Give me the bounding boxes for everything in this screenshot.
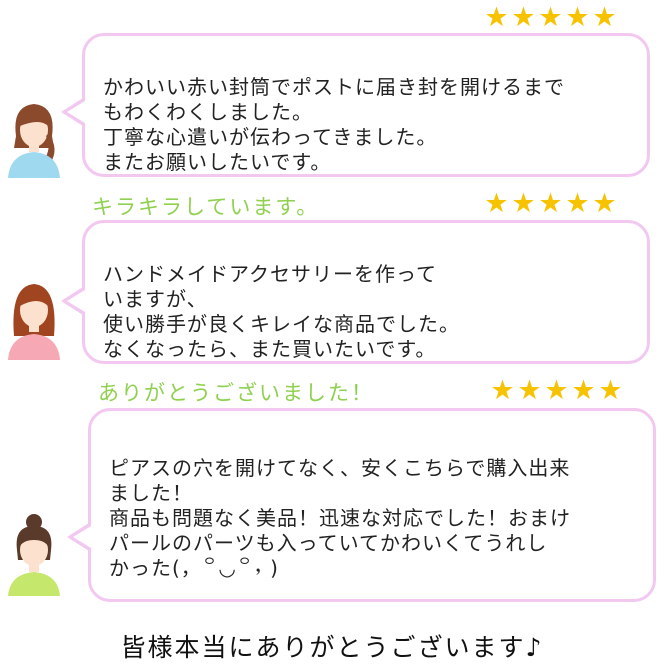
footer-thanks: 皆様本当にありがとうございます♪	[120, 633, 544, 662]
star-icon: ★	[544, 375, 569, 406]
review-text-1: かわいい赤い封筒でポストに届き封を開けるまで もわくわくしました。 丁寧な心遣い…	[103, 75, 565, 174]
rating-stars-1: ★ ★ ★ ★ ★	[484, 2, 617, 33]
star-icon: ★	[511, 2, 536, 33]
avatar-woman-1	[8, 104, 60, 178]
star-icon: ★	[592, 188, 617, 219]
review-bubble-3: ピアスの穴を開けてなく、安くこちらで購入出来 ました！ 商品も問題なく美品！迅速…	[67, 408, 656, 602]
review-text-3: ピアスの穴を開けてなく、安くこちらで購入出来 ました！ 商品も問題なく美品！迅速…	[109, 456, 571, 580]
star-icon: ★	[484, 2, 509, 33]
star-icon: ★	[511, 188, 536, 219]
star-icon: ★	[592, 2, 617, 33]
review-bubble-2: ハンドメイドアクセサリーを作って いますが、 使い勝手が良くキレイな商品でした。…	[61, 220, 650, 364]
star-icon: ★	[484, 188, 509, 219]
review-bubble-1: かわいい赤い封筒でポストに届き封を開けるまで もわくわくしました。 丁寧な心遣い…	[61, 33, 650, 177]
star-icon: ★	[490, 375, 515, 406]
rating-stars-3: ★ ★ ★ ★ ★	[490, 375, 623, 406]
review-text-2: ハンドメイドアクセサリーを作って いますが、 使い勝手が良くキレイな商品でした。…	[103, 262, 460, 361]
rating-stars-2: ★ ★ ★ ★ ★	[484, 188, 617, 219]
star-icon: ★	[538, 2, 563, 33]
avatar-woman-3	[8, 514, 60, 596]
star-icon: ★	[598, 375, 623, 406]
star-icon: ★	[565, 2, 590, 33]
review-heading-3: ありがとうございました！	[98, 381, 374, 405]
star-icon: ★	[571, 375, 596, 406]
star-icon: ★	[538, 188, 563, 219]
star-icon: ★	[517, 375, 542, 406]
review-heading-2: キラキラしています。	[92, 195, 320, 219]
avatar-woman-2	[8, 284, 60, 360]
star-icon: ★	[565, 188, 590, 219]
